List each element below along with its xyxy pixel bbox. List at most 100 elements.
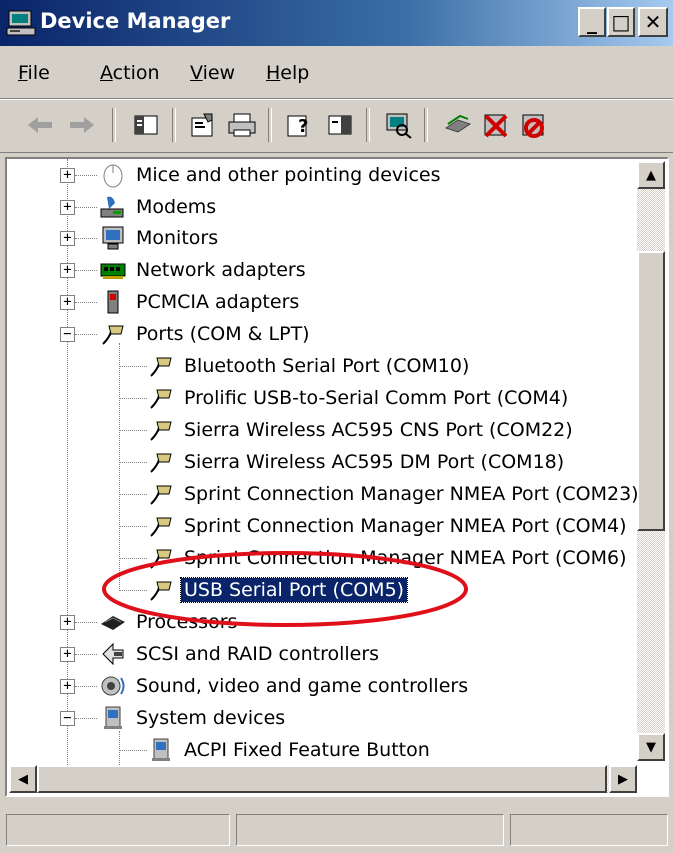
category-pcmcia[interactable]: PCMCIA adapters <box>99 287 302 317</box>
category-sound[interactable]: Sound, video and game controllers <box>99 671 471 701</box>
port-icon <box>150 581 172 601</box>
category-scsi[interactable]: SCSI and RAID controllers <box>99 639 382 669</box>
horizontal-scrollbar[interactable]: ◀ ▶ <box>9 765 637 793</box>
category-monitors[interactable]: Monitors <box>99 223 221 253</box>
show-hide-action-pane-icon[interactable] <box>324 110 356 140</box>
scroll-right-button[interactable]: ▶ <box>609 765 637 793</box>
print-icon[interactable] <box>226 110 258 140</box>
status-panel <box>510 814 668 846</box>
title-bar[interactable]: Device Manager _ □ ✕ <box>0 0 673 46</box>
mouse-icon <box>103 164 123 188</box>
port-item[interactable]: Prolific USB-to-Serial Comm Port (COM4) <box>147 383 571 413</box>
close-button[interactable]: ✕ <box>638 7 668 37</box>
expand-network-adapters[interactable]: + <box>60 263 75 278</box>
port-icon <box>150 389 172 409</box>
device-manager-window: Device Manager _ □ ✕ File Action View He… <box>0 0 673 853</box>
category-processors[interactable]: Processors <box>99 607 240 637</box>
selected-port-label: USB Serial Port (COM5) <box>179 577 409 603</box>
computer-icon <box>6 10 36 36</box>
expand-modems[interactable]: + <box>60 200 75 215</box>
tree-connector <box>119 526 147 527</box>
help-icon[interactable]: ? <box>284 110 316 140</box>
tree-connector <box>119 558 147 559</box>
category-mice[interactable]: Mice and other pointing devices <box>99 160 443 190</box>
category-network-adapters[interactable]: Network adapters <box>99 255 309 285</box>
properties-icon[interactable] <box>186 110 218 140</box>
disable-icon[interactable] <box>518 110 550 140</box>
expand-monitors[interactable]: + <box>60 231 75 246</box>
port-icon <box>150 549 172 569</box>
status-bar <box>0 808 673 853</box>
expand-pcmcia[interactable]: + <box>60 295 75 310</box>
tree-connector <box>75 302 97 303</box>
scan-hardware-changes-icon[interactable] <box>382 110 414 140</box>
port-icon <box>150 517 172 537</box>
tree-guide-line <box>119 343 120 591</box>
expand-mice[interactable]: + <box>60 168 75 183</box>
tree-connector <box>75 686 97 687</box>
port-item[interactable]: Sierra Wireless AC595 CNS Port (COM22) <box>147 415 576 445</box>
toolbar-separator <box>268 108 272 142</box>
system-device-icon <box>104 706 122 729</box>
system-device-icon <box>152 738 170 761</box>
device-tree[interactable]: + Mice and other pointing devices + Mode… <box>5 157 669 797</box>
system-device-item[interactable]: ACPI Fixed Feature Button <box>147 735 433 765</box>
processor-icon <box>101 616 125 630</box>
port-icon <box>150 453 172 473</box>
vertical-scroll-thumb[interactable] <box>637 251 665 531</box>
tree-connector <box>75 718 97 719</box>
maximize-button[interactable]: □ <box>607 7 635 37</box>
scroll-up-button[interactable]: ▲ <box>637 161 665 189</box>
category-ports[interactable]: Ports (COM & LPT) <box>99 319 313 349</box>
tree-connector <box>119 750 147 751</box>
collapse-system-devices[interactable]: − <box>60 711 75 726</box>
toolbar-separator <box>366 108 370 142</box>
menu-help[interactable]: Help <box>266 62 309 84</box>
port-item-selected[interactable]: USB Serial Port (COM5) <box>147 575 409 605</box>
forward-icon[interactable] <box>66 110 98 140</box>
status-panel <box>236 814 504 846</box>
tree-connector <box>75 654 97 655</box>
port-item[interactable]: Sprint Connection Manager NMEA Port (COM… <box>147 511 630 541</box>
network-adapter-icon <box>100 263 126 279</box>
expand-sound[interactable]: + <box>60 679 75 694</box>
status-panel <box>6 814 230 846</box>
window-title: Device Manager <box>40 9 231 33</box>
update-driver-icon[interactable] <box>442 110 474 140</box>
tree-connector <box>75 334 97 335</box>
tree-connector <box>75 238 97 239</box>
category-system-devices[interactable]: System devices <box>99 703 288 733</box>
port-icon <box>150 485 172 505</box>
pcmcia-icon <box>107 290 119 314</box>
menu-file[interactable]: File <box>18 62 50 84</box>
minimize-button[interactable]: _ <box>578 7 606 37</box>
tree-connector <box>75 270 97 271</box>
collapse-ports[interactable]: − <box>60 327 75 342</box>
back-icon[interactable] <box>24 110 56 140</box>
scroll-down-button[interactable]: ▼ <box>637 733 665 761</box>
port-item[interactable]: Sprint Connection Manager NMEA Port (COM… <box>147 479 642 509</box>
horizontal-scroll-thumb[interactable] <box>37 765 607 793</box>
sound-icon <box>101 676 125 696</box>
tree-connector <box>119 590 147 591</box>
uninstall-icon[interactable] <box>480 110 512 140</box>
port-item[interactable]: Bluetooth Serial Port (COM10) <box>147 351 472 381</box>
toolbar-separator <box>172 108 176 142</box>
port-icon <box>102 325 124 345</box>
expand-scsi[interactable]: + <box>60 647 75 662</box>
port-item[interactable]: Sprint Connection Manager NMEA Port (COM… <box>147 543 630 573</box>
tree-connector <box>119 398 147 399</box>
scroll-left-button[interactable]: ◀ <box>9 765 37 793</box>
menu-action[interactable]: Action <box>100 62 160 84</box>
category-modems[interactable]: Modems <box>99 192 219 222</box>
port-icon <box>150 357 172 377</box>
expand-processors[interactable]: + <box>60 615 75 630</box>
toolbar-separator <box>424 108 428 142</box>
tree-connector <box>119 430 147 431</box>
tree-connector <box>119 494 147 495</box>
port-item[interactable]: Sierra Wireless AC595 DM Port (COM18) <box>147 447 567 477</box>
vertical-scrollbar[interactable]: ▲ ▼ <box>637 161 665 761</box>
menu-view[interactable]: View <box>190 62 235 84</box>
tree-connector <box>119 462 147 463</box>
show-hide-console-tree-icon[interactable] <box>130 110 162 140</box>
